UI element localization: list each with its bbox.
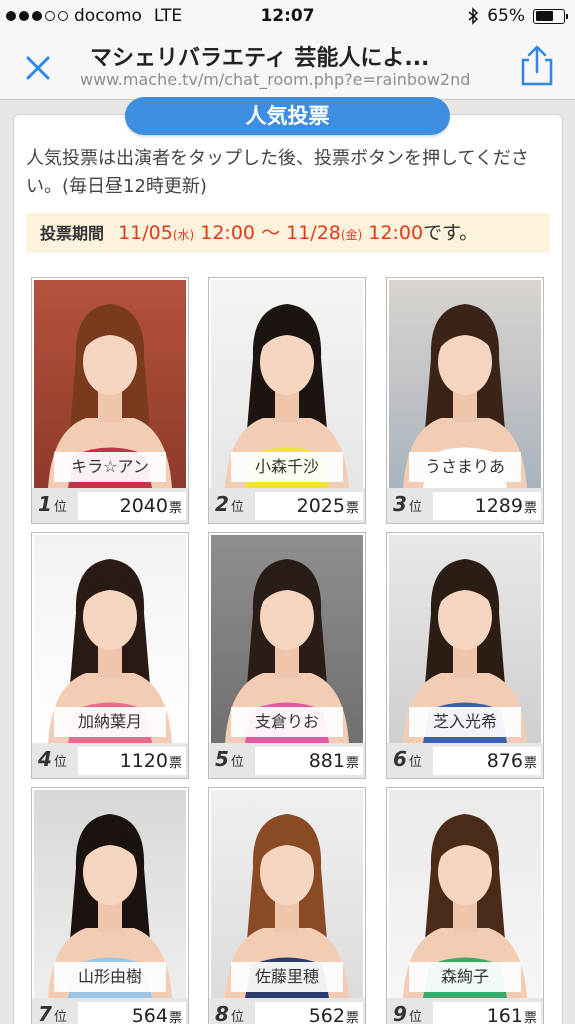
performer-name: 山形由樹: [54, 962, 166, 992]
period-suffix: です。: [423, 222, 479, 244]
ranking-tile[interactable]: 佐藤里穂 8位 562票: [208, 787, 366, 1024]
page-url[interactable]: www.mache.tv/m/chat_room.php?e=rainbow2n…: [80, 70, 500, 89]
rank-label: 7位: [38, 1002, 67, 1024]
rank-row: 4位 1120票: [32, 743, 188, 778]
rank-row: 9位 161票: [387, 998, 543, 1024]
performer-name: 芝入光希: [409, 707, 521, 737]
rank-row: 6位 876票: [387, 743, 543, 778]
voting-period: 投票期間 11/05(水) 12:00 〜 11/28(金) 12:00です。: [26, 213, 550, 253]
rank-label: 3位: [393, 492, 422, 516]
bluetooth-icon: [468, 7, 479, 25]
battery-percent: 65%: [487, 6, 525, 26]
vote-count: 2040票: [78, 492, 186, 520]
rank-row: 8位 562票: [209, 998, 365, 1024]
period-end-weekday: (金): [340, 228, 363, 242]
rank-row: 5位 881票: [209, 743, 365, 778]
rank-row: 2位 2025票: [209, 488, 365, 523]
rank-label: 4位: [38, 747, 67, 771]
rank-label: 9位: [393, 1002, 422, 1024]
period-start-weekday: (水): [172, 228, 195, 242]
rank-label: 2位: [215, 492, 244, 516]
share-icon[interactable]: [517, 44, 557, 88]
ranking-tile[interactable]: キラ☆アン 1位 2040票: [31, 277, 189, 524]
performer-name: うさまりあ: [409, 452, 521, 482]
rank-label: 1位: [38, 492, 67, 516]
period-start-time: 12:00: [200, 222, 256, 244]
performer-name: 小森千沙: [231, 452, 343, 482]
section-description: 人気投票は出演者をタップした後、投票ボタンを押してください。(毎日昼12時更新): [26, 148, 529, 197]
rank-row: 7位 564票: [32, 998, 188, 1024]
vote-count: 2025票: [255, 492, 363, 520]
ranking-tile[interactable]: 芝入光希 6位 876票: [386, 532, 544, 779]
performer-name: 佐藤里穂: [231, 962, 343, 992]
performer-name: 支倉りお: [231, 707, 343, 737]
rank-label: 6位: [393, 747, 422, 771]
battery-icon: [533, 8, 568, 24]
vote-count: 881票: [255, 747, 363, 775]
ranking-tile[interactable]: うさまりあ 3位 1289票: [386, 277, 544, 524]
close-icon[interactable]: [18, 48, 58, 88]
performer-name: 森絢子: [409, 962, 521, 992]
vote-count: 564票: [78, 1002, 186, 1024]
status-bar: docomo LTE 12:07 65%: [0, 0, 575, 34]
vote-count: 1120票: [78, 747, 186, 775]
vote-count: 1289票: [433, 492, 541, 520]
voting-period-label: 投票期間: [40, 224, 105, 243]
period-start-date: 11/05: [118, 222, 173, 244]
ranking-tile[interactable]: 支倉りお 5位 881票: [208, 532, 366, 779]
performer-name: キラ☆アン: [54, 452, 166, 482]
section-title: 人気投票: [125, 97, 450, 135]
period-end-time: 12:00: [368, 222, 424, 244]
vote-count: 876票: [433, 747, 541, 775]
performer-name: 加納葉月: [54, 707, 166, 737]
vote-count: 161票: [433, 1002, 541, 1024]
period-end-date: 11/28: [286, 222, 341, 244]
rank-label: 8位: [215, 1002, 244, 1024]
ranking-tile[interactable]: 加納葉月 4位 1120票: [31, 532, 189, 779]
ranking-tile[interactable]: 森絢子 9位 161票: [386, 787, 544, 1024]
rank-row: 3位 1289票: [387, 488, 543, 523]
period-separator: 〜: [261, 222, 281, 244]
page-title: マシェリバラエティ 芸能人によ...: [90, 46, 430, 71]
rank-row: 1位 2040票: [32, 488, 188, 523]
browser-toolbar: マシェリバラエティ 芸能人によ... www.mache.tv/m/chat_r…: [0, 34, 575, 100]
ranking-tile[interactable]: 小森千沙 2位 2025票: [208, 277, 366, 524]
ranking-tile[interactable]: 山形由樹 7位 564票: [31, 787, 189, 1024]
vote-count: 562票: [255, 1002, 363, 1024]
rank-label: 5位: [215, 747, 244, 771]
